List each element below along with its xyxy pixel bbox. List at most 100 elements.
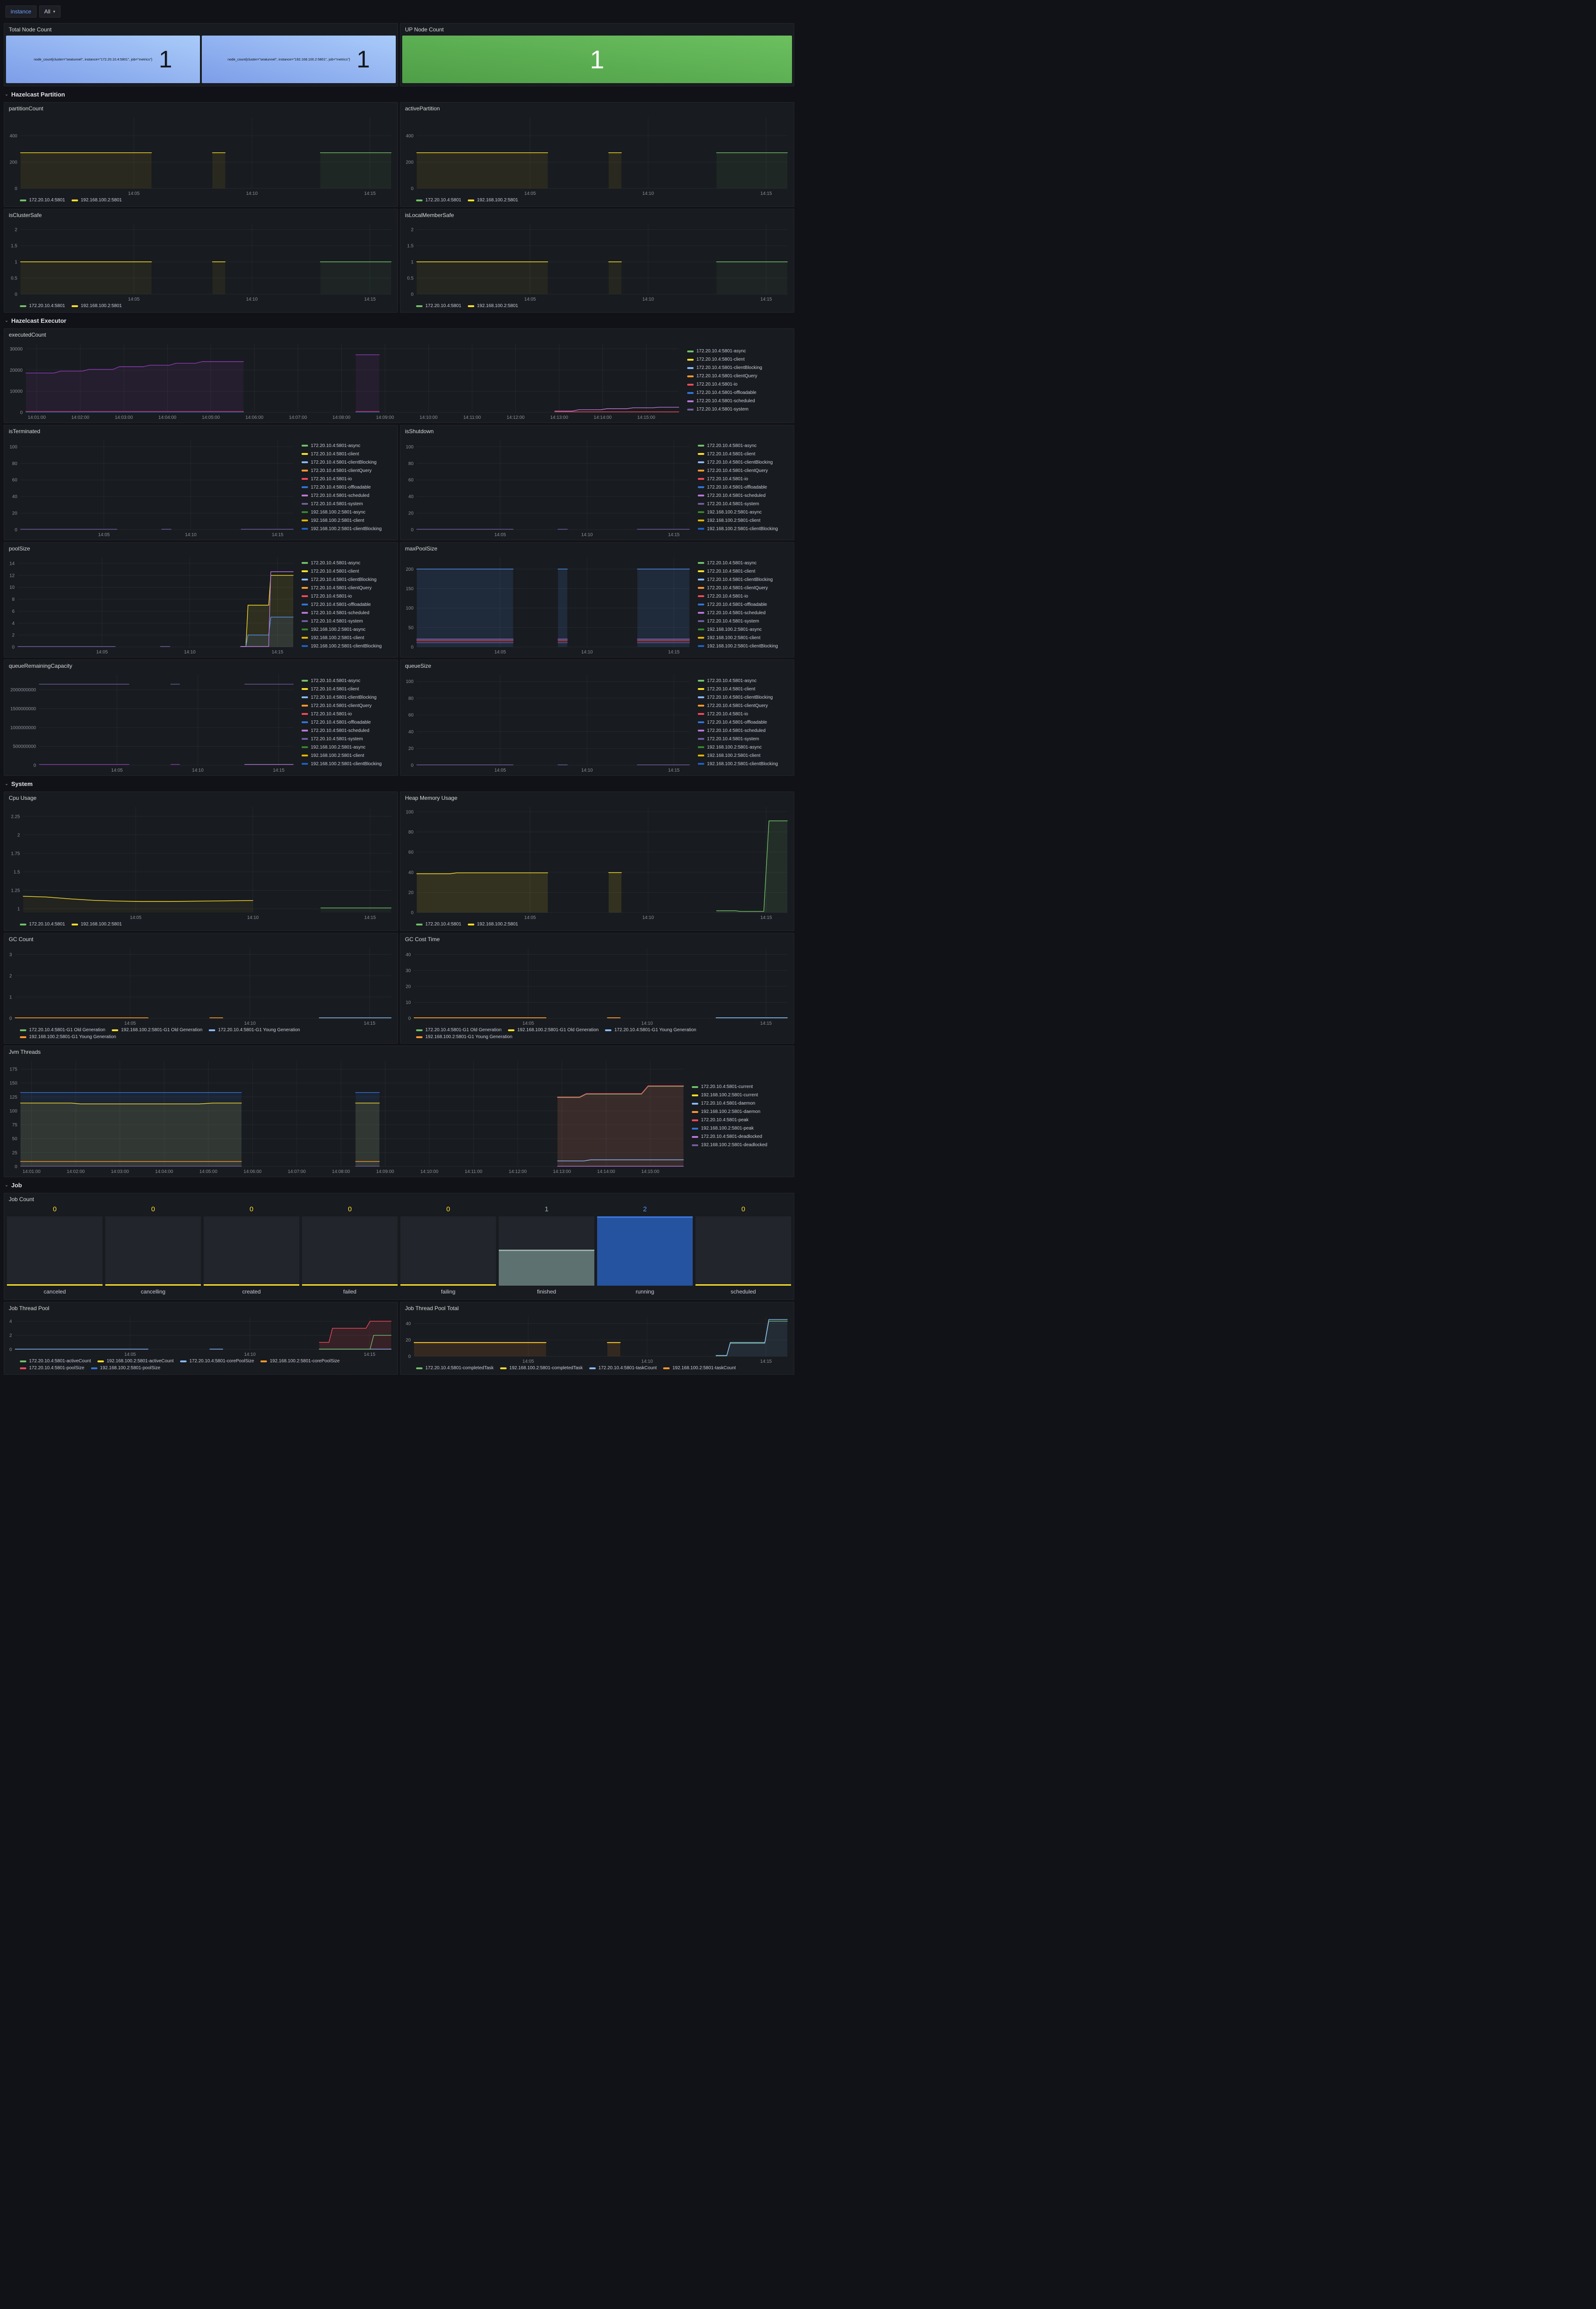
legend-item[interactable]: 172.20.10.4:5801-system xyxy=(302,502,393,507)
legend-item[interactable]: 192.168.100.2:5801-activeCount xyxy=(97,1359,174,1364)
legend-item[interactable]: 172.20.10.4:5801-scheduled xyxy=(698,728,789,733)
jobThreadPoolTotal-chart[interactable]: 0204014:0514:1014:15 xyxy=(403,1313,791,1365)
legend-item[interactable]: 172.20.10.4:5801-io xyxy=(302,712,393,717)
legend-item[interactable]: 172.20.10.4:5801-offloadable xyxy=(302,720,393,725)
legend-item[interactable]: 192.168.100.2:5801 xyxy=(468,198,518,203)
legend-item[interactable]: 172.20.10.4:5801-clientQuery xyxy=(698,703,789,708)
legend-item[interactable]: 172.20.10.4:5801-async xyxy=(302,678,393,683)
gcCostTime-chart[interactable]: 01020304014:0514:1014:15 xyxy=(403,944,791,1027)
legend-item[interactable]: 172.20.10.4:5801-clientBlocking xyxy=(698,695,789,700)
legend-item[interactable]: 172.20.10.4:5801-scheduled xyxy=(302,610,393,616)
legend-item[interactable]: 172.20.10.4:5801-client xyxy=(698,452,789,457)
legend-item[interactable]: 192.168.100.2:5801-clientBlocking xyxy=(302,644,393,649)
legend-item[interactable]: 172.20.10.4:5801-scheduled xyxy=(302,728,393,733)
legend-item[interactable]: 172.20.10.4:5801-clientBlocking xyxy=(302,695,393,700)
legend-item[interactable]: 172.20.10.4:5801-client xyxy=(302,569,393,574)
section-system[interactable]: ⌄ System xyxy=(4,778,794,790)
legend-item[interactable]: 172.20.10.4:5801-peak xyxy=(692,1118,789,1123)
legend-item[interactable]: 172.20.10.4:5801-offloadable xyxy=(698,602,789,607)
legend-item[interactable]: 172.20.10.4:5801-system xyxy=(302,737,393,742)
legend-item[interactable]: 172.20.10.4:5801-async xyxy=(687,349,789,354)
legend-item[interactable]: 172.20.10.4:5801-clientBlocking xyxy=(687,365,789,370)
legend-item[interactable]: 172.20.10.4:5801-G1 Young Generation xyxy=(209,1028,300,1033)
legend-item[interactable]: 172.20.10.4:5801-async xyxy=(698,443,789,448)
legend-item[interactable]: 172.20.10.4:5801-daemon xyxy=(692,1101,789,1106)
isShutdown-chart[interactable]: 02040608010014:0514:1014:15 xyxy=(403,436,693,538)
legend-item[interactable]: 172.20.10.4:5801-G1 Young Generation xyxy=(605,1028,696,1033)
legend-item[interactable]: 192.168.100.2:5801-async xyxy=(302,745,393,750)
legend-item[interactable]: 192.168.100.2:5801-async xyxy=(302,510,393,515)
legend-item[interactable]: 192.168.100.2:5801-client xyxy=(302,518,393,523)
legend-item[interactable]: 172.20.10.4:5801 xyxy=(20,198,65,203)
legend-item[interactable]: 172.20.10.4:5801 xyxy=(416,922,461,927)
legend-item[interactable]: 192.168.100.2:5801-async xyxy=(698,745,789,750)
executedCount-chart[interactable]: 010000200003000014:01:0014:02:0014:03:00… xyxy=(7,340,683,421)
legend-item[interactable]: 172.20.10.4:5801-clientQuery xyxy=(302,703,393,708)
legend-item[interactable]: 172.20.10.4:5801-clientQuery xyxy=(698,468,789,473)
legend-item[interactable]: 192.168.100.2:5801-poolSize xyxy=(91,1366,161,1371)
jobThreadPool-chart[interactable]: 02414:0514:1014:15 xyxy=(7,1313,395,1358)
legend-item[interactable]: 172.20.10.4:5801-corePoolSize xyxy=(180,1359,254,1364)
legend-item[interactable]: 172.20.10.4:5801-io xyxy=(698,712,789,717)
legend-item[interactable]: 172.20.10.4:5801-clientBlocking xyxy=(302,460,393,465)
legend-item[interactable]: 192.168.100.2:5801-taskCount xyxy=(663,1366,736,1371)
legend-item[interactable]: 172.20.10.4:5801-clientQuery xyxy=(302,586,393,591)
legend-item[interactable]: 192.168.100.2:5801-G1 Young Generation xyxy=(416,1034,513,1040)
legend-item[interactable]: 192.168.100.2:5801-G1 Young Generation xyxy=(20,1034,116,1040)
legend-item[interactable]: 172.20.10.4:5801-deadlocked xyxy=(692,1134,789,1139)
legend-item[interactable]: 192.168.100.2:5801-current xyxy=(692,1093,789,1098)
legend-item[interactable]: 192.168.100.2:5801-corePoolSize xyxy=(260,1359,339,1364)
legend-item[interactable]: 192.168.100.2:5801-client xyxy=(302,635,393,641)
legend-item[interactable]: 172.20.10.4:5801-G1 Old Generation xyxy=(416,1028,502,1033)
jvmThreads-chart[interactable]: 025507510012515017514:01:0014:02:0014:03… xyxy=(7,1057,687,1175)
legend-item[interactable]: 172.20.10.4:5801-poolSize xyxy=(20,1366,85,1371)
legend-item[interactable]: 172.20.10.4:5801-scheduled xyxy=(302,493,393,498)
gcCount-chart[interactable]: 012314:0514:1014:15 xyxy=(7,944,395,1027)
isTerminated-chart[interactable]: 02040608010014:0514:1014:15 xyxy=(7,436,297,538)
legend-item[interactable]: 172.20.10.4:5801-system xyxy=(698,619,789,624)
legend-item[interactable]: 192.168.100.2:5801-clientBlocking xyxy=(698,762,789,767)
legend-item[interactable]: 172.20.10.4:5801-system xyxy=(698,502,789,507)
poolSize-chart[interactable]: 0246810121414:0514:1014:15 xyxy=(7,554,297,655)
legend-item[interactable]: 192.168.100.2:5801-deadlocked xyxy=(692,1142,789,1148)
queueRemainingCapacity-chart[interactable]: 0500000000100000000015000000002000000000… xyxy=(7,671,297,774)
legend-item[interactable]: 172.20.10.4:5801-completedTask xyxy=(416,1366,494,1371)
legend-item[interactable]: 172.20.10.4:5801 xyxy=(416,198,461,203)
legend-item[interactable]: 172.20.10.4:5801-scheduled xyxy=(698,493,789,498)
legend-item[interactable]: 192.168.100.2:5801-peak xyxy=(692,1126,789,1131)
legend-item[interactable]: 192.168.100.2:5801-client xyxy=(698,753,789,758)
legend-item[interactable]: 172.20.10.4:5801-io xyxy=(698,594,789,599)
legend-item[interactable]: 192.168.100.2:5801-daemon xyxy=(692,1109,789,1114)
legend-item[interactable]: 172.20.10.4:5801-client xyxy=(698,569,789,574)
isClusterSafe-chart[interactable]: 00.511.5214:0514:1014:15 xyxy=(7,220,395,302)
legend-item[interactable]: 172.20.10.4:5801-async xyxy=(698,561,789,566)
legend-item[interactable]: 192.168.100.2:5801-G1 Old Generation xyxy=(508,1028,598,1033)
legend-item[interactable]: 192.168.100.2:5801 xyxy=(468,922,518,927)
legend-item[interactable]: 192.168.100.2:5801-clientBlocking xyxy=(302,762,393,767)
partitionCount-chart[interactable]: 020040014:0514:1014:15 xyxy=(7,114,395,197)
legend-item[interactable]: 192.168.100.2:5801-client xyxy=(698,635,789,641)
section-job[interactable]: ⌄ Job xyxy=(4,1179,794,1191)
legend-item[interactable]: 172.20.10.4:5801-clientQuery xyxy=(698,586,789,591)
legend-item[interactable]: 172.20.10.4:5801-async xyxy=(302,561,393,566)
activePartition-chart[interactable]: 020040014:0514:1014:15 xyxy=(403,114,791,197)
legend-item[interactable]: 172.20.10.4:5801-offloadable xyxy=(302,485,393,490)
legend-item[interactable]: 192.168.100.2:5801-clientBlocking xyxy=(302,526,393,532)
legend-item[interactable]: 192.168.100.2:5801 xyxy=(468,303,518,308)
legend-item[interactable]: 172.20.10.4:5801-io xyxy=(302,594,393,599)
queueSize-chart[interactable]: 02040608010014:0514:1014:15 xyxy=(403,671,693,774)
legend-item[interactable]: 172.20.10.4:5801-offloadable xyxy=(687,390,789,395)
variable-instance-value-dropdown[interactable]: All ▾ xyxy=(39,6,60,18)
legend-item[interactable]: 172.20.10.4:5801-client xyxy=(687,357,789,362)
legend-item[interactable]: 172.20.10.4:5801-clientQuery xyxy=(687,374,789,379)
legend-item[interactable]: 172.20.10.4:5801-offloadable xyxy=(698,720,789,725)
legend-item[interactable]: 172.20.10.4:5801-client xyxy=(698,687,789,692)
legend-item[interactable]: 172.20.10.4:5801-clientBlocking xyxy=(698,460,789,465)
legend-item[interactable]: 172.20.10.4:5801-scheduled xyxy=(698,610,789,616)
legend-item[interactable]: 172.20.10.4:5801-system xyxy=(302,619,393,624)
maxPoolSize-chart[interactable]: 05010015020014:0514:1014:15 xyxy=(403,554,693,655)
legend-item[interactable]: 192.168.100.2:5801-async xyxy=(302,627,393,632)
legend-item[interactable]: 172.20.10.4:5801-activeCount xyxy=(20,1359,91,1364)
legend-item[interactable]: 172.20.10.4:5801-io xyxy=(687,382,789,387)
legend-item[interactable]: 172.20.10.4:5801-async xyxy=(698,678,789,683)
